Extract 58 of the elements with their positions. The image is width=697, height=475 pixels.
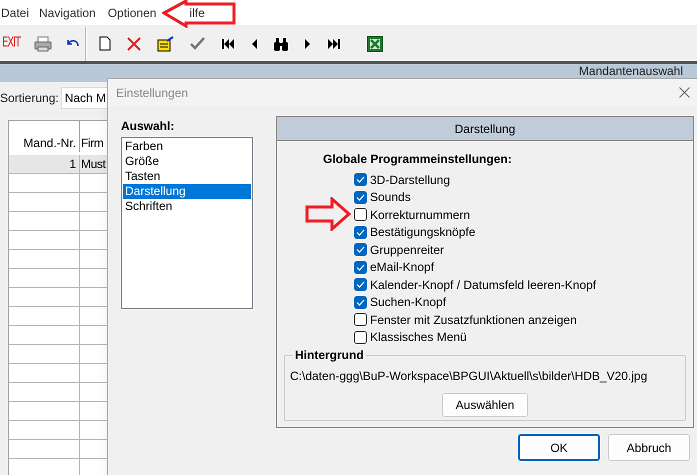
spreadsheet-icon[interactable] xyxy=(367,36,383,52)
arrow-icon xyxy=(305,197,351,231)
previous-icon[interactable] xyxy=(251,38,257,48)
next-icon[interactable] xyxy=(305,38,311,48)
close-icon[interactable] xyxy=(679,87,690,98)
sort-label: Sortierung: xyxy=(0,90,59,107)
checkbox-label: Korrekturnummern xyxy=(370,208,470,222)
checkmark-icon[interactable] xyxy=(190,37,205,50)
group-legend: Hintergrund xyxy=(293,348,366,362)
checkbox-label: Bestätigungsknöpfe xyxy=(370,225,476,240)
group-label: Globale Programmeinstellungen: xyxy=(323,151,513,167)
selection-label: Auswahl: xyxy=(121,118,176,134)
first-record-icon[interactable] xyxy=(221,38,235,48)
checkbox[interactable] xyxy=(354,173,367,186)
delete-icon[interactable] xyxy=(127,36,141,50)
checkbox-label: Klassisches Menü xyxy=(370,330,467,344)
file-path: C:\daten-ggg\BuP-Workspace\BPGUI\Aktuell\s\bilder\HDB_V20.jpg xyxy=(290,368,648,384)
exit-button[interactable]: EXIT xyxy=(2,33,20,54)
checkbox-label: Fenster mit Zusatzfunktionen anzeigen xyxy=(370,312,577,327)
list-item[interactable]: Tasten xyxy=(123,169,251,184)
checkbox-label: eMail-Knopf xyxy=(370,260,434,274)
checkbox[interactable] xyxy=(354,208,367,222)
selection-list[interactable]: Farben Größe Tasten Darstellung Schriften xyxy=(121,137,253,309)
choose-button[interactable]: Auswählen xyxy=(442,393,528,417)
column-header[interactable]: Mand.-Nr. xyxy=(9,121,80,152)
list-item[interactable]: Darstellung xyxy=(123,184,251,199)
last-record-icon[interactable] xyxy=(327,38,341,48)
arrow-icon xyxy=(162,0,237,28)
checkbox[interactable] xyxy=(354,330,367,344)
table-cell: 1 xyxy=(9,155,80,173)
dialog-title: Einstellungen xyxy=(116,84,188,102)
checkbox[interactable] xyxy=(354,260,367,274)
list-item[interactable]: Schriften xyxy=(123,199,251,214)
panel-title: Mandantenauswahl xyxy=(578,64,683,78)
checkbox[interactable] xyxy=(354,313,367,326)
checkbox[interactable] xyxy=(354,243,367,256)
checkbox[interactable] xyxy=(354,278,367,292)
panel-header: Darstellung xyxy=(277,117,693,141)
checkbox[interactable] xyxy=(354,190,367,204)
checkbox-label: Gruppenreiter xyxy=(370,242,444,257)
checkbox[interactable] xyxy=(354,226,367,239)
checkbox-label: Suchen-Knopf xyxy=(370,295,446,310)
binoculars-icon[interactable] xyxy=(273,36,289,50)
menu-item[interactable]: Datei xyxy=(1,4,30,22)
menu-item[interactable]: Optionen xyxy=(108,4,156,22)
menu-item[interactable]: ilfe xyxy=(189,4,205,22)
checkbox[interactable] xyxy=(354,296,367,309)
printer-icon[interactable] xyxy=(34,36,52,52)
list-item[interactable]: Farben xyxy=(123,139,251,154)
ok-button[interactable]: OK xyxy=(518,434,600,461)
checkbox-label: 3D-Darstellung xyxy=(370,172,450,187)
cancel-button[interactable]: Abbruch xyxy=(608,434,690,461)
checkbox-label: Kalender-Knopf / Datumsfeld leeren-Knopf xyxy=(370,278,596,292)
checkbox-label: Sounds xyxy=(370,190,411,204)
new-document-icon[interactable] xyxy=(99,36,111,51)
list-item[interactable]: Größe xyxy=(123,154,251,169)
menu-item[interactable]: Navigation xyxy=(39,4,96,22)
edit-icon[interactable] xyxy=(157,36,174,52)
